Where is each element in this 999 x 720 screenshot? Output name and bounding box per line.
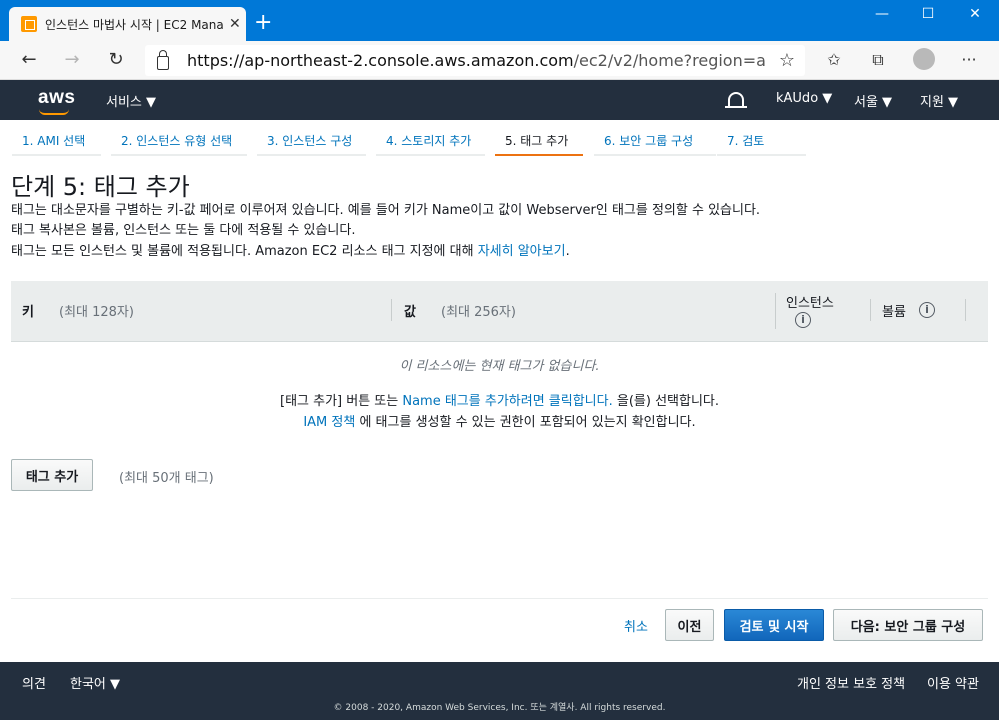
url-host: https://ap-northeast-2.console.aws.amazo… <box>187 51 574 70</box>
actions-divider <box>11 598 988 599</box>
window-close-icon[interactable]: ✕ <box>960 6 990 22</box>
instruction-text-b: 을(를) 선택합니다. <box>612 394 719 409</box>
minimize-icon[interactable]: — <box>867 6 897 22</box>
step-add-storage[interactable]: 4. 스토리지 추가 <box>376 128 485 156</box>
next-security-group-button[interactable]: 다음: 보안 그룹 구성 <box>833 609 983 641</box>
step-instance-type[interactable]: 2. 인스턴스 유형 선택 <box>111 128 247 156</box>
aws-footer: 의견 한국어 ▼ 개인 정보 보호 정책 이용 약관 © 2008 - 2020… <box>0 662 999 720</box>
step-add-tags[interactable]: 5. 태그 추가 <box>495 128 583 156</box>
lock-icon <box>157 49 169 70</box>
page-description-1: 태그는 대소문자를 구별하는 키-값 페어로 이루어져 있습니다. 예를 들어 … <box>11 203 761 218</box>
add-name-tag-link[interactable]: Name 태그를 추가하려면 클릭합니다. <box>402 394 612 409</box>
aws-top-nav: aws 서비스 ▼ kAUdo ▼ 서울 ▼ 지원 ▼ <box>0 80 999 120</box>
url-field[interactable]: https://ap-northeast-2.console.aws.amazo… <box>145 45 805 76</box>
aws-logo[interactable]: aws <box>38 87 76 115</box>
step-review[interactable]: 7. 검토 <box>717 128 806 156</box>
privacy-policy-link[interactable]: 개인 정보 보호 정책 <box>797 673 905 692</box>
tab-title: 인스턴스 마법사 시작 | EC2 Management Console <box>45 17 223 32</box>
notification-bell-icon[interactable] <box>725 92 747 108</box>
instance-column-header: 인스턴스 <box>786 296 834 311</box>
volume-column-header: 볼륨 <box>882 305 906 320</box>
language-selector[interactable]: 한국어 ▼ <box>70 673 120 692</box>
value-column-hint: (최대 256자) <box>441 305 516 320</box>
learn-more-link[interactable]: 자세히 알아보기 <box>478 244 566 259</box>
collections-icon[interactable]: ⧉ <box>866 50 890 70</box>
profile-avatar[interactable] <box>913 48 935 70</box>
page-description-2: 태그 복사본은 볼륨, 인스턴스 또는 둘 다에 적용될 수 있습니다. <box>11 223 356 238</box>
url-path: /ec2/v2/home?region=ap-northeast-2#Launc… <box>573 51 767 70</box>
aws-logo-text: aws <box>38 87 76 108</box>
favorite-star-icon[interactable]: ☆ <box>779 50 795 71</box>
maximize-icon[interactable]: ☐ <box>913 6 943 22</box>
step-ami[interactable]: 1. AMI 선택 <box>12 128 101 156</box>
tab-close-icon[interactable]: ✕ <box>229 16 241 32</box>
page-title: 단계 5: 태그 추가 <box>11 173 190 201</box>
instruction-text-a: [태그 추가] 버튼 또는 <box>280 394 403 409</box>
more-menu-icon[interactable]: ··· <box>957 50 981 69</box>
terms-of-use-link[interactable]: 이용 약관 <box>927 673 979 692</box>
browser-tab[interactable]: 인스턴스 마법사 시작 | EC2 Management Console ✕ <box>9 7 246 41</box>
back-arrow-icon[interactable]: ← <box>17 49 41 70</box>
forward-arrow-icon[interactable]: → <box>60 49 84 70</box>
volume-info-icon[interactable]: i <box>919 302 935 318</box>
value-column-header: 값 <box>404 305 416 320</box>
tags-table-header: 키 (최대 128자) 값 (최대 256자) 인스턴스 i 볼륨 i <box>11 281 988 342</box>
page-description-3-end: . <box>565 244 570 259</box>
column-divider <box>870 299 871 321</box>
previous-button[interactable]: 이전 <box>665 609 714 641</box>
refresh-icon[interactable]: ↻ <box>104 49 128 70</box>
page-description-3-text: 태그는 모든 인스턴스 및 볼륨에 적용됩니다. Amazon EC2 리소스 … <box>11 244 478 259</box>
region-menu[interactable]: 서울 ▼ <box>854 91 892 110</box>
column-divider <box>775 293 776 329</box>
address-bar-row: ← → ↻ https://ap-northeast-2.console.aws… <box>0 41 999 80</box>
add-tag-hint: (최대 50개 태그) <box>119 471 214 486</box>
aws-favicon-icon <box>21 16 37 32</box>
account-menu[interactable]: kAUdo ▼ <box>776 91 832 106</box>
feedback-link[interactable]: 의견 <box>22 673 46 692</box>
iam-policy-link[interactable]: IAM 정책 <box>303 415 355 430</box>
instance-info-icon[interactable]: i <box>795 312 811 328</box>
no-tags-message: 이 리소스에는 현재 태그가 없습니다. <box>399 359 600 374</box>
browser-titlebar: 인스턴스 마법사 시작 | EC2 Management Console ✕ +… <box>0 0 999 41</box>
support-menu[interactable]: 지원 ▼ <box>920 91 958 110</box>
copyright-text: © 2008 - 2020, Amazon Web Services, Inc.… <box>333 703 666 713</box>
step-configure-instance[interactable]: 3. 인스턴스 구성 <box>257 128 366 156</box>
review-and-launch-button[interactable]: 검토 및 시작 <box>724 609 824 641</box>
add-tag-instruction: [태그 추가] 버튼 또는 Name 태그를 추가하려면 클릭합니다. 을(를)… <box>0 390 999 409</box>
iam-instruction: IAM 정책 에 태그를 생성할 수 있는 권한이 포함되어 있는지 확인합니다… <box>0 411 999 430</box>
step-security-group[interactable]: 6. 보안 그룹 구성 <box>594 128 716 156</box>
key-column-header: 키 <box>22 305 34 320</box>
page-description-3: 태그는 모든 인스턴스 및 볼륨에 적용됩니다. Amazon EC2 리소스 … <box>11 240 570 259</box>
services-menu[interactable]: 서비스 ▼ <box>106 91 156 110</box>
column-divider <box>965 299 966 321</box>
favorites-list-icon[interactable]: ✩ <box>822 50 846 69</box>
key-column-hint: (최대 128자) <box>59 305 134 320</box>
new-tab-icon[interactable]: + <box>254 10 272 35</box>
iam-instruction-text: 에 태그를 생성할 수 있는 권한이 포함되어 있는지 확인합니다. <box>355 415 696 430</box>
cancel-link[interactable]: 취소 <box>624 616 648 635</box>
add-tag-button[interactable]: 태그 추가 <box>11 459 93 491</box>
column-divider <box>391 299 392 321</box>
